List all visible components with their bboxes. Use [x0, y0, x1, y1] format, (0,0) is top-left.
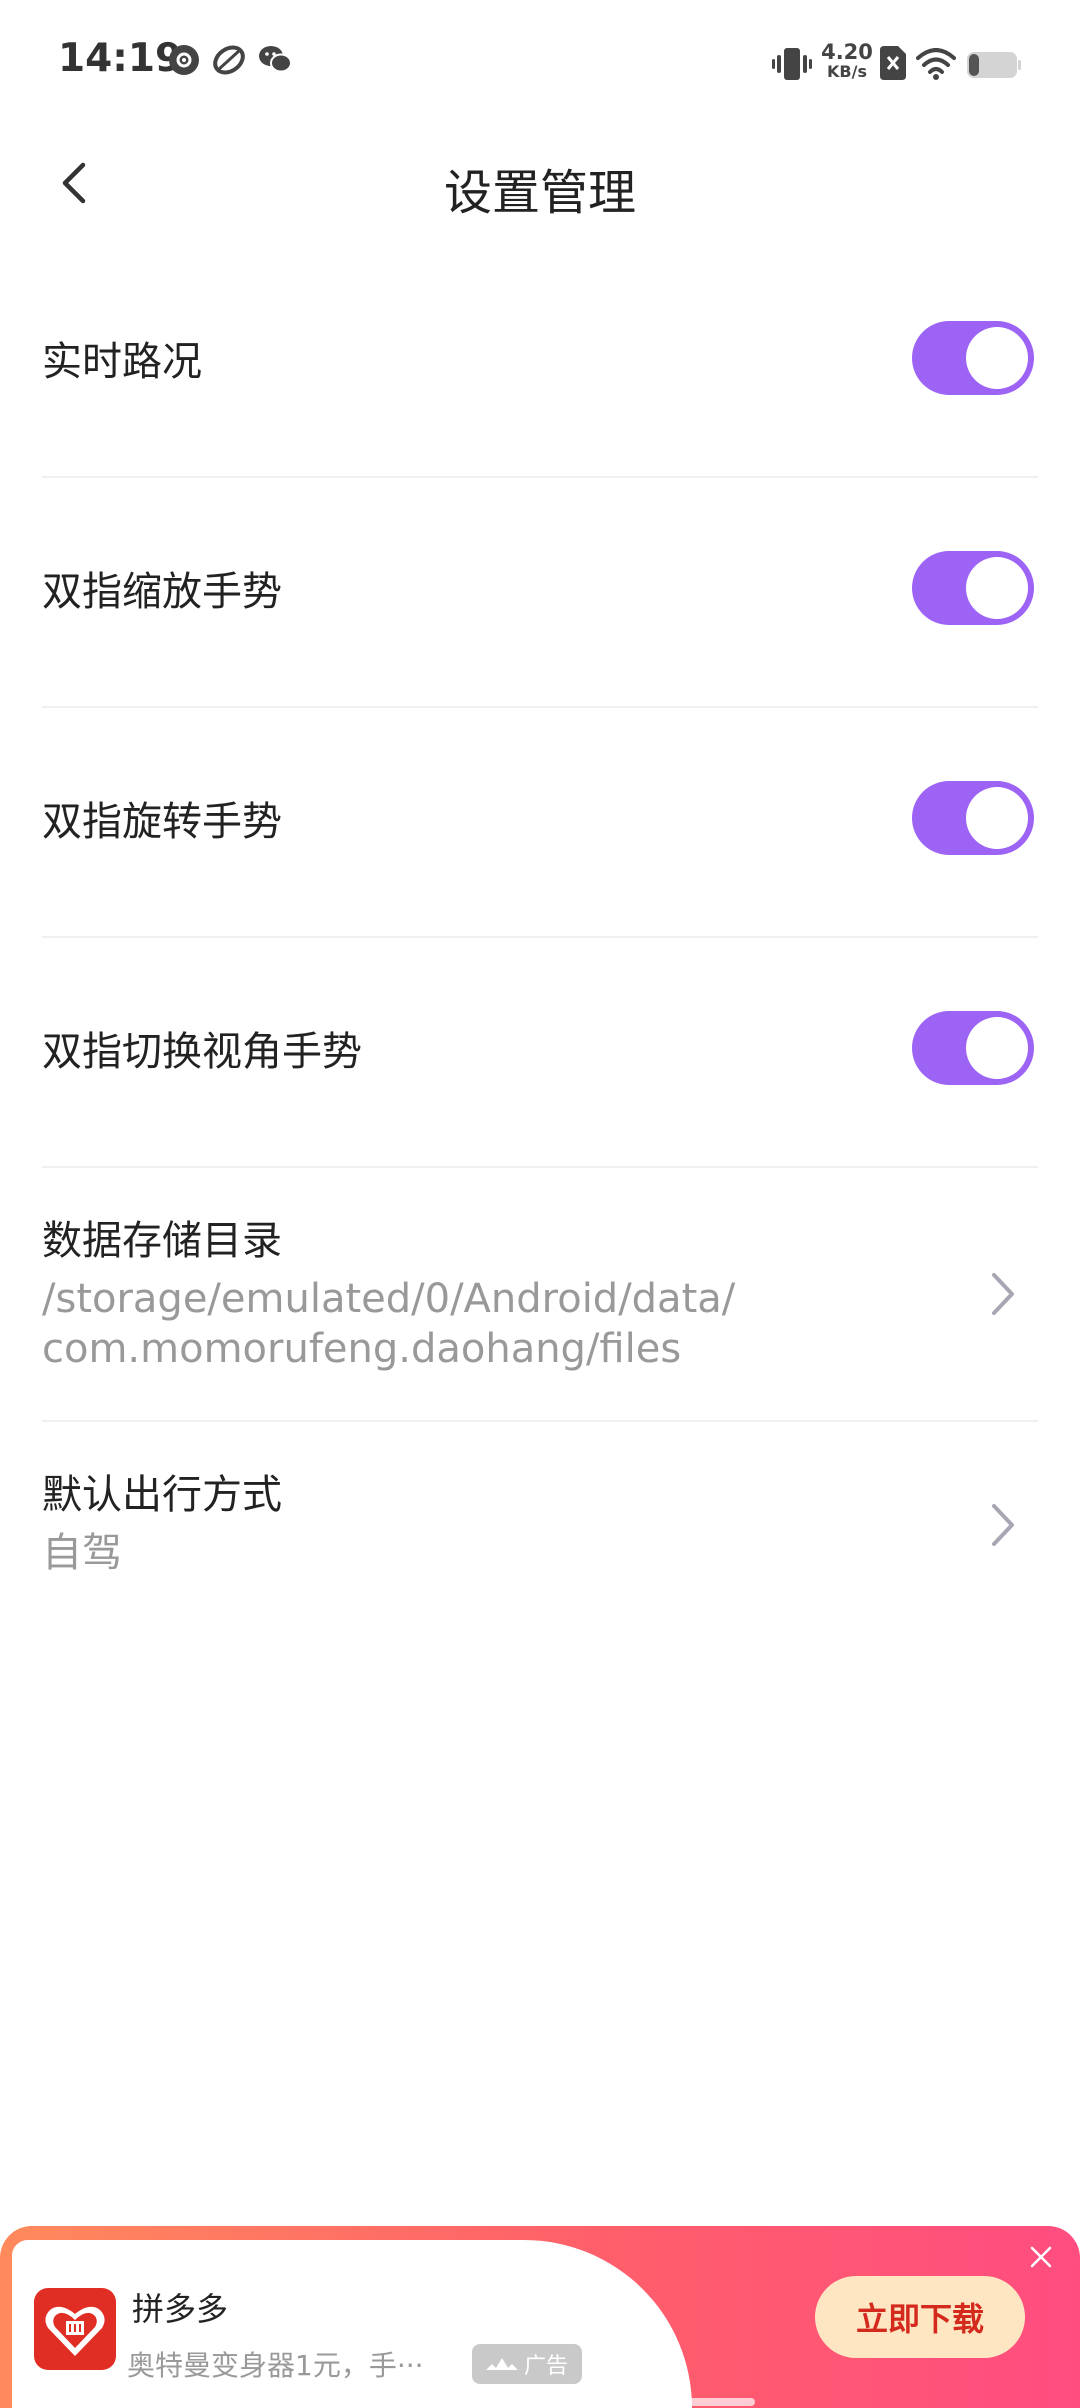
- travel-mode-value: 自驾: [42, 1530, 122, 1576]
- setting-row-two-finger-rotate: 双指旋转手势: [42, 708, 1038, 938]
- setting-row-two-finger-tilt: 双指切换视角手势: [42, 938, 1038, 1168]
- setting-label: 双指缩放手势: [42, 569, 282, 615]
- chevron-right-icon: [992, 1504, 1014, 1546]
- status-bar: 14:19 4.20 KB/s: [0, 0, 1080, 128]
- settings-page: 14:19 4.20 KB/s 设置管理 实时路况 双指缩放手势 双指旋转手势 …: [0, 0, 1080, 2408]
- storage-path-line-1: /storage/emulated/0/Android/data/: [42, 1276, 736, 1322]
- two-finger-tilt-toggle[interactable]: [912, 1011, 1034, 1085]
- setting-label: 实时路况: [42, 339, 202, 385]
- ad-tag-text: 广告: [523, 2354, 568, 2379]
- net-speed-unit: KB/s: [827, 62, 867, 81]
- pinduoduo-logo-icon: [45, 2306, 105, 2356]
- ad-label-badge: 广告: [472, 2344, 582, 2384]
- ad-card: 拼多多 奥特曼变身器1元，手··· 广告: [12, 2240, 692, 2408]
- net-speed-value: 4.20: [821, 40, 873, 64]
- setting-label: 双指旋转手势: [42, 799, 282, 845]
- home-indicator[interactable]: [325, 2398, 755, 2406]
- ad-description: 奥特曼变身器1元，手···: [127, 2349, 424, 2382]
- chevron-right-icon: [992, 1273, 1014, 1315]
- vibrate-icon: [772, 48, 812, 80]
- ad-download-button[interactable]: 立即下载: [815, 2276, 1025, 2358]
- setting-row-travel-mode[interactable]: 默认出行方式 自驾: [42, 1422, 1038, 1652]
- settings-list: 实时路况 双指缩放手势 双指旋转手势 双指切换视角手势 数据存储目录 /stor…: [42, 248, 1038, 1652]
- pinduoduo-logo: [34, 2288, 116, 2370]
- setting-label: 双指切换视角手势: [42, 1029, 362, 1075]
- ad-app-name: 拼多多: [132, 2290, 229, 2328]
- title-bar: 设置管理: [0, 128, 1080, 238]
- two-finger-rotate-toggle[interactable]: [912, 781, 1034, 855]
- setting-row-pinch-zoom: 双指缩放手势: [42, 478, 1038, 708]
- net-speed: 4.20 KB/s: [820, 42, 874, 82]
- storage-path-line-2: com.momorufeng.daohang/files: [42, 1326, 682, 1372]
- setting-row-realtime-traffic: 实时路况: [42, 248, 1038, 478]
- storage-directory-title: 数据存储目录: [42, 1218, 282, 1264]
- toggle-knob: [966, 787, 1028, 849]
- app-leaf-icon: [213, 45, 245, 75]
- ad-banner[interactable]: 拼多多 奥特曼变身器1元，手··· 广告 立即下载: [0, 2226, 1080, 2408]
- travel-mode-title: 默认出行方式: [42, 1472, 282, 1518]
- toggle-knob: [966, 1017, 1028, 1079]
- toggle-knob: [966, 557, 1028, 619]
- ad-platform-icon: [485, 2358, 518, 2370]
- setting-row-storage-directory[interactable]: 数据存储目录 /storage/emulated/0/Android/data/…: [42, 1168, 1038, 1422]
- wechat-icon: [259, 46, 292, 73]
- music-disc-icon: [169, 45, 199, 75]
- storage-directory-path: /storage/emulated/0/Android/data/ com.mo…: [42, 1274, 942, 1374]
- close-icon[interactable]: [1028, 2244, 1054, 2270]
- no-sim-icon: [880, 46, 906, 80]
- toggle-knob: [966, 327, 1028, 389]
- realtime-traffic-toggle[interactable]: [912, 321, 1034, 395]
- page-title: 设置管理: [443, 165, 636, 221]
- pinch-zoom-toggle[interactable]: [912, 551, 1034, 625]
- battery-icon: [967, 52, 1021, 78]
- status-time: 14:19: [58, 36, 183, 81]
- wifi-icon: [916, 48, 956, 80]
